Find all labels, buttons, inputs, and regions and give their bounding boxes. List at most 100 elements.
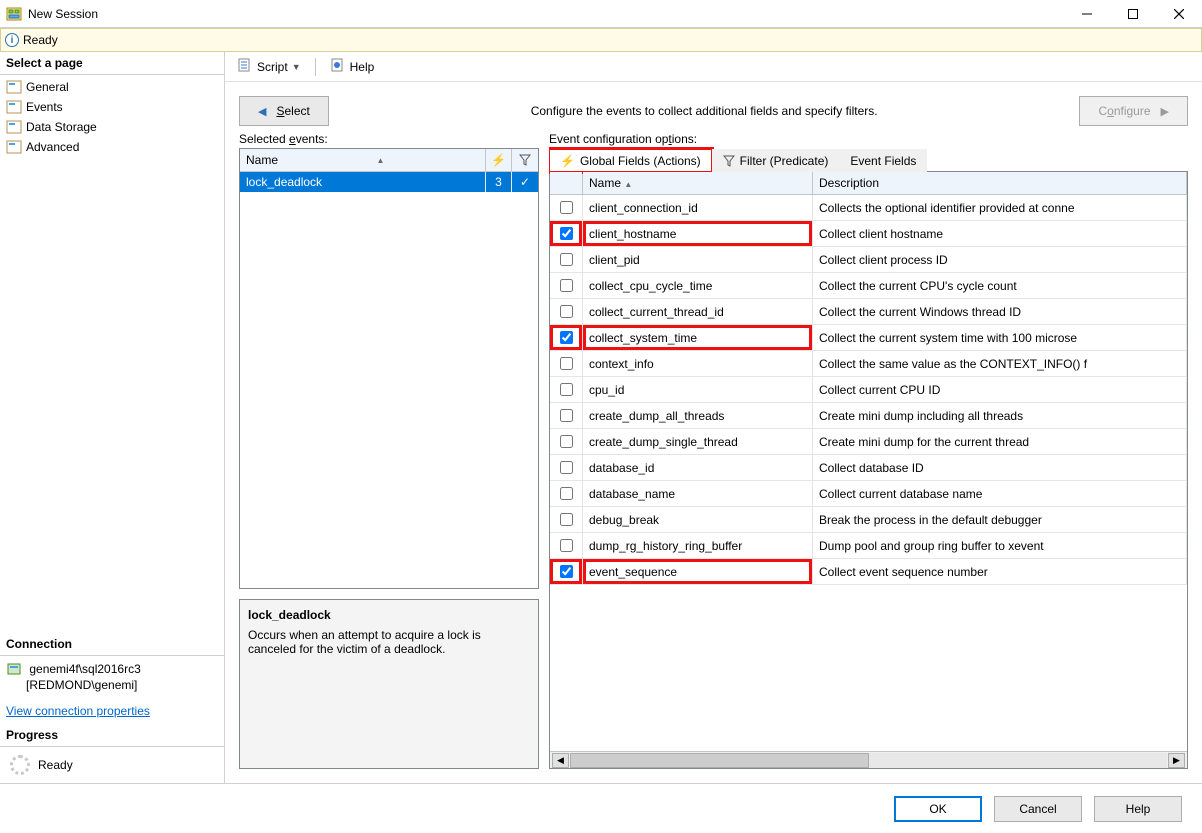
global-fields-table[interactable]: Name ▲ Description client_connection_idC… [550,172,1187,751]
field-name: client_hostname [583,221,813,247]
field-name: event_sequence [583,559,813,585]
global-field-row[interactable]: collect_system_timeCollect the current s… [550,325,1187,351]
tab-event-fields[interactable]: Event Fields [839,149,927,172]
connection-header: Connection [0,633,224,656]
progress-status: Ready [38,758,73,772]
global-field-row[interactable]: collect_cpu_cycle_timeCollect the curren… [550,273,1187,299]
global-field-row[interactable]: database_idCollect database ID [550,455,1187,481]
column-header-name[interactable]: Name ▲ [583,172,813,195]
scroll-left-button[interactable]: ◀ [552,753,569,768]
title-bar: New Session [0,0,1202,28]
field-checkbox[interactable] [560,253,573,266]
field-checkbox[interactable] [560,513,573,526]
global-field-row[interactable]: dump_rg_history_ring_bufferDump pool and… [550,533,1187,559]
horizontal-scrollbar[interactable]: ◀ ▶ [550,751,1187,768]
selected-events-label: Selected events: [239,132,539,148]
maximize-button[interactable] [1110,0,1156,28]
field-description: Collect current CPU ID [813,377,1187,403]
field-checkbox[interactable] [560,487,573,500]
global-field-row[interactable]: create_dump_single_threadCreate mini dum… [550,429,1187,455]
script-icon [237,57,253,76]
global-field-row[interactable]: client_hostnameCollect client hostname [550,221,1187,247]
page-events[interactable]: Events [0,97,224,117]
field-description: Collects the optional identifier provide… [813,195,1187,221]
page-label: Data Storage [26,120,97,134]
field-checkbox[interactable] [560,539,573,552]
cancel-button[interactable]: Cancel [994,796,1082,822]
field-checkbox[interactable] [560,409,573,422]
column-header-filter[interactable] [512,149,538,171]
window-title: New Session [28,7,1064,21]
field-description: Collect the current Windows thread ID [813,299,1187,325]
global-field-row[interactable]: client_connection_idCollects the optiona… [550,195,1187,221]
page-data-storage[interactable]: Data Storage [0,117,224,137]
global-field-row[interactable]: create_dump_all_threadsCreate mini dump … [550,403,1187,429]
global-field-row[interactable]: database_nameCollect current database na… [550,481,1187,507]
view-connection-properties-link[interactable]: View connection properties [0,698,156,724]
global-field-row[interactable]: event_sequenceCollect event sequence num… [550,559,1187,585]
field-checkbox[interactable] [560,331,573,344]
field-checkbox[interactable] [560,461,573,474]
desc-body: Occurs when an attempt to acquire a lock… [248,628,530,656]
field-description: Collect event sequence number [813,559,1187,585]
close-button[interactable] [1156,0,1202,28]
tab-filter-predicate[interactable]: Filter (Predicate) [712,149,840,172]
field-checkbox[interactable] [560,305,573,318]
page-advanced[interactable]: Advanced [0,137,224,157]
script-dropdown-button[interactable]: Script ▼ [233,55,305,78]
ok-button[interactable]: OK [894,796,982,822]
lightning-icon: ⚡ [491,153,506,167]
desc-title: lock_deadlock [248,608,530,622]
page-label: Events [26,100,63,114]
field-name: create_dump_all_threads [583,403,813,429]
page-general[interactable]: General [0,77,224,97]
minimize-button[interactable] [1064,0,1110,28]
help-icon [330,57,346,76]
dialog-button-bar: OK Cancel Help [0,783,1202,833]
global-field-row[interactable]: client_pidCollect client process ID [550,247,1187,273]
field-name: client_pid [583,247,813,273]
global-field-row[interactable]: context_infoCollect the same value as th… [550,351,1187,377]
server-icon [6,662,22,678]
field-name: create_dump_single_thread [583,429,813,455]
selected-event-row[interactable]: lock_deadlock 3 ✓ [240,172,538,192]
column-header-name[interactable]: Name ▲ [240,149,486,171]
hint-text: Configure the events to collect addition… [337,104,1072,118]
field-description: Collect the same value as the CONTEXT_IN… [813,351,1187,377]
sidebar: Select a page General Events Data Storag… [0,52,225,783]
status-text: Ready [23,33,58,47]
page-label: General [26,80,69,94]
scroll-right-button[interactable]: ▶ [1168,753,1185,768]
field-name: collect_current_thread_id [583,299,813,325]
field-checkbox[interactable] [560,383,573,396]
field-description: Collect the current CPU's cycle count [813,273,1187,299]
page-icon [6,139,22,155]
column-header-bolt[interactable]: ⚡ [486,149,512,171]
field-description: Break the process in the default debugge… [813,507,1187,533]
tab-global-fields[interactable]: ⚡ Global Fields (Actions) [549,149,712,172]
help-button[interactable]: Help [1094,796,1182,822]
field-description: Collect the current system time with 100… [813,325,1187,351]
field-checkbox[interactable] [560,357,573,370]
info-icon: i [5,33,19,47]
chevron-down-icon: ▼ [292,62,301,72]
global-field-row[interactable]: debug_breakBreak the process in the defa… [550,507,1187,533]
global-field-row[interactable]: collect_current_thread_idCollect the cur… [550,299,1187,325]
help-button[interactable]: Help [326,55,379,78]
column-header-description[interactable]: Description [813,172,1187,195]
field-checkbox[interactable] [560,435,573,448]
field-name: database_id [583,455,813,481]
configure-step-button: Configure ▶ [1079,96,1188,126]
selected-events-grid[interactable]: Name ▲ ⚡ lock_deadlock 3 ✓ [239,148,539,589]
global-field-row[interactable]: cpu_idCollect current CPU ID [550,377,1187,403]
filter-icon [519,154,531,166]
field-checkbox[interactable] [560,227,573,240]
content-area: Script ▼ Help ◀ Select Configure the eve… [225,52,1202,783]
select-step-button[interactable]: ◀ Select [239,96,329,126]
field-name: debug_break [583,507,813,533]
field-checkbox[interactable] [560,565,573,578]
field-name: dump_rg_history_ring_buffer [583,533,813,559]
lightning-icon: ⚡ [560,154,575,168]
field-checkbox[interactable] [560,201,573,214]
field-checkbox[interactable] [560,279,573,292]
